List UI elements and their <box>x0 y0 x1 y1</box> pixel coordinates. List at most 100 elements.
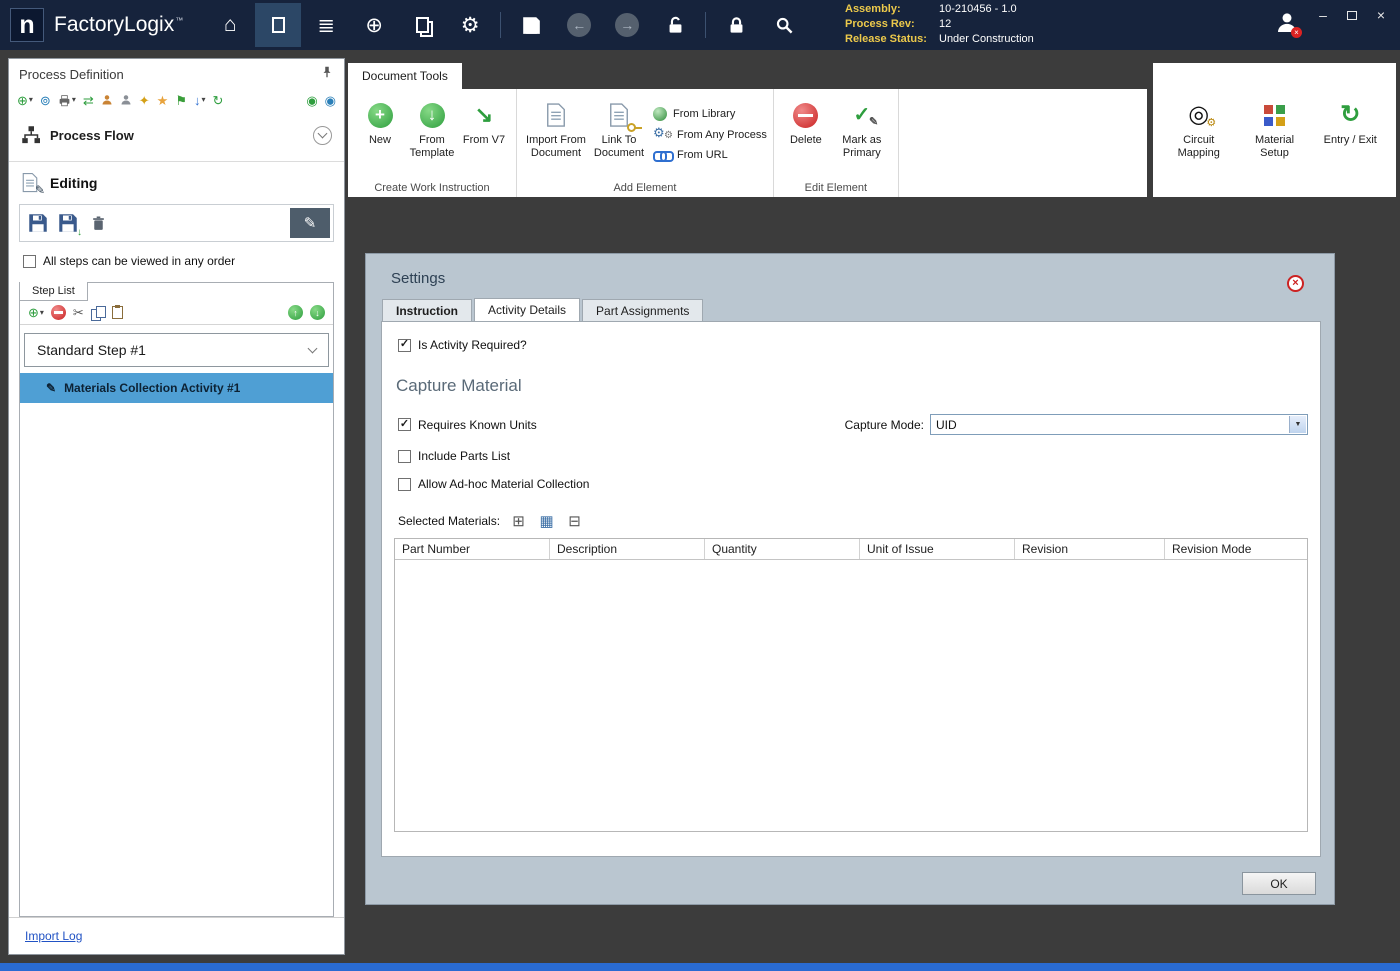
dispatch-button[interactable]: ⊕ <box>351 3 397 47</box>
expand-button[interactable]: ◉ <box>306 94 317 107</box>
close-button[interactable]: × <box>1374 8 1388 22</box>
audit-search-button[interactable] <box>761 3 807 47</box>
ok-button[interactable]: OK <box>1242 872 1316 895</box>
entry-exit-button[interactable]: ↻ Entry / Exit <box>1320 93 1380 147</box>
assembly-value: 10-210456 - 1.0 <box>939 2 1017 17</box>
material-setup-button[interactable]: Material Setup <box>1245 93 1305 160</box>
link-to-document-button[interactable]: Link To Document <box>589 93 649 160</box>
materials-table: Part Number Description Quantity Unit of… <box>394 538 1308 832</box>
import-button[interactable]: ↓▾ <box>194 94 206 107</box>
document-icon <box>545 102 567 128</box>
batch-button[interactable]: ≣ <box>303 3 349 47</box>
column-unit-of-issue[interactable]: Unit of Issue <box>860 539 1015 559</box>
close-settings-icon[interactable]: × <box>1287 275 1304 292</box>
tab-instruction[interactable]: Instruction <box>382 299 472 322</box>
new-button[interactable]: + New <box>354 93 406 147</box>
selected-materials-row: Selected Materials: ⊞ ▦ ⊟ <box>398 511 1308 530</box>
window-controls: – × <box>1316 8 1388 22</box>
settings-dialog: Settings × Instruction Activity Details … <box>365 253 1335 905</box>
release-status-value: Under Construction <box>939 32 1034 47</box>
minimize-button[interactable]: – <box>1316 8 1330 22</box>
role-button[interactable]: ★ <box>157 94 169 107</box>
any-order-checkbox[interactable]: All steps can be viewed in any order <box>9 242 344 276</box>
copy-button[interactable] <box>91 306 105 319</box>
from-url-button[interactable]: From URL <box>653 149 767 161</box>
trash-icon <box>90 215 107 232</box>
redo-button[interactable]: → <box>604 3 650 47</box>
assembly-info: Assembly:10-210456 - 1.0 Process Rev:12 … <box>845 2 1034 47</box>
test-button[interactable]: ✦ <box>139 94 150 107</box>
browse-materials-button[interactable]: ⊞ <box>509 511 528 530</box>
is-activity-required-label: Is Activity Required? <box>418 338 527 352</box>
save-button[interactable] <box>508 3 554 47</box>
circuit-mapping-button[interactable]: ◎⚙ Circuit Mapping <box>1169 93 1229 160</box>
process-definition-button[interactable] <box>255 3 301 47</box>
from-v7-button[interactable]: ↘ From V7 <box>458 93 510 147</box>
step-item[interactable]: Standard Step #1 <box>24 333 329 367</box>
paste-button[interactable] <box>112 306 123 319</box>
check-icon: ✓ <box>400 419 409 430</box>
globe-button[interactable]: ⊚ <box>40 94 51 107</box>
material-setup-icon <box>1264 105 1285 126</box>
trainer-button[interactable] <box>120 94 132 106</box>
mark-as-primary-button[interactable]: ✓✎ Mark as Primary <box>832 93 892 160</box>
tab-activity-details[interactable]: Activity Details <box>474 298 580 322</box>
toolbar-separator <box>500 12 501 38</box>
move-down-button[interactable]: ↓ <box>310 305 325 320</box>
document-tools-tab[interactable]: Document Tools <box>348 63 462 89</box>
ribbon-right-panel: ◎⚙ Circuit Mapping Material Setup ↻ Entr… <box>1153 63 1396 197</box>
edit-document-icon <box>272 17 285 33</box>
delete-step-button[interactable] <box>83 208 113 238</box>
home-button[interactable]: ⌂ <box>207 3 253 47</box>
operator-button[interactable] <box>101 94 113 106</box>
scissors-icon: ✂ <box>73 306 84 319</box>
reorder-steps-button[interactable]: ⇄ <box>83 94 94 107</box>
requires-known-units-checkbox[interactable]: ✓ Requires Known Units <box>398 418 537 432</box>
add-step-button[interactable]: ⊕▾ <box>28 306 44 319</box>
import-step-button[interactable]: ↓ <box>53 208 83 238</box>
unlock-button[interactable] <box>652 3 698 47</box>
lock-button[interactable] <box>713 3 759 47</box>
expand-process-flow-button[interactable] <box>313 126 332 145</box>
undo-button[interactable]: ← <box>556 3 602 47</box>
import-log-link[interactable]: Import Log <box>25 929 82 943</box>
cut-button[interactable]: ✂ <box>73 306 84 319</box>
from-template-button[interactable]: ↓ From Template <box>406 93 458 160</box>
import-from-document-button[interactable]: Import From Document <box>523 93 589 160</box>
lock-icon <box>727 16 746 35</box>
delete-button[interactable]: Delete <box>780 93 832 147</box>
select-from-bom-button[interactable]: ▦ <box>537 511 556 530</box>
from-library-button[interactable]: From Library <box>653 107 767 121</box>
pin-icon[interactable] <box>320 65 334 84</box>
column-revision-mode[interactable]: Revision Mode <box>1165 539 1307 559</box>
remove-material-button[interactable]: ⊟ <box>565 511 584 530</box>
milestone-button[interactable]: ⚑ <box>175 94 187 107</box>
remove-step-button[interactable] <box>51 305 66 320</box>
activity-item-selected[interactable]: ✎ Materials Collection Activity #1 <box>20 373 333 403</box>
column-part-number[interactable]: Part Number <box>395 539 550 559</box>
is-activity-required-checkbox[interactable]: ✓ Is Activity Required? <box>398 338 1308 352</box>
process-flow-row[interactable]: Process Flow <box>9 117 344 153</box>
print-button[interactable]: ▾ <box>58 94 76 107</box>
user-button[interactable]: × <box>1270 8 1304 38</box>
collapse-button[interactable]: ◉ <box>325 94 336 107</box>
from-any-process-button[interactable]: ⚙⚙ From Any Process <box>653 128 767 142</box>
edit-mode-toggle[interactable]: ✎ <box>290 208 330 238</box>
save-step-button[interactable] <box>23 208 53 238</box>
allow-adhoc-checkbox[interactable]: Allow Ad-hoc Material Collection <box>398 477 1308 491</box>
move-up-button[interactable]: ↑ <box>288 305 303 320</box>
activity-name: Materials Collection Activity #1 <box>64 381 240 395</box>
column-description[interactable]: Description <box>550 539 705 559</box>
documents-button[interactable] <box>399 3 445 47</box>
settings-button[interactable]: ⚙ <box>447 3 493 47</box>
column-revision[interactable]: Revision <box>1015 539 1165 559</box>
refresh-button[interactable]: ↻ <box>212 94 223 107</box>
box-minus-icon: ⊟ <box>568 512 581 530</box>
dropdown-button[interactable]: ▼ <box>1289 416 1306 433</box>
include-parts-list-checkbox[interactable]: Include Parts List <box>398 449 1308 463</box>
maximize-button[interactable] <box>1345 8 1359 22</box>
column-quantity[interactable]: Quantity <box>705 539 860 559</box>
add-process-button[interactable]: ⊕▾ <box>17 94 33 107</box>
capture-mode-select[interactable]: UID ▼ <box>930 414 1308 435</box>
tab-part-assignments[interactable]: Part Assignments <box>582 299 703 322</box>
